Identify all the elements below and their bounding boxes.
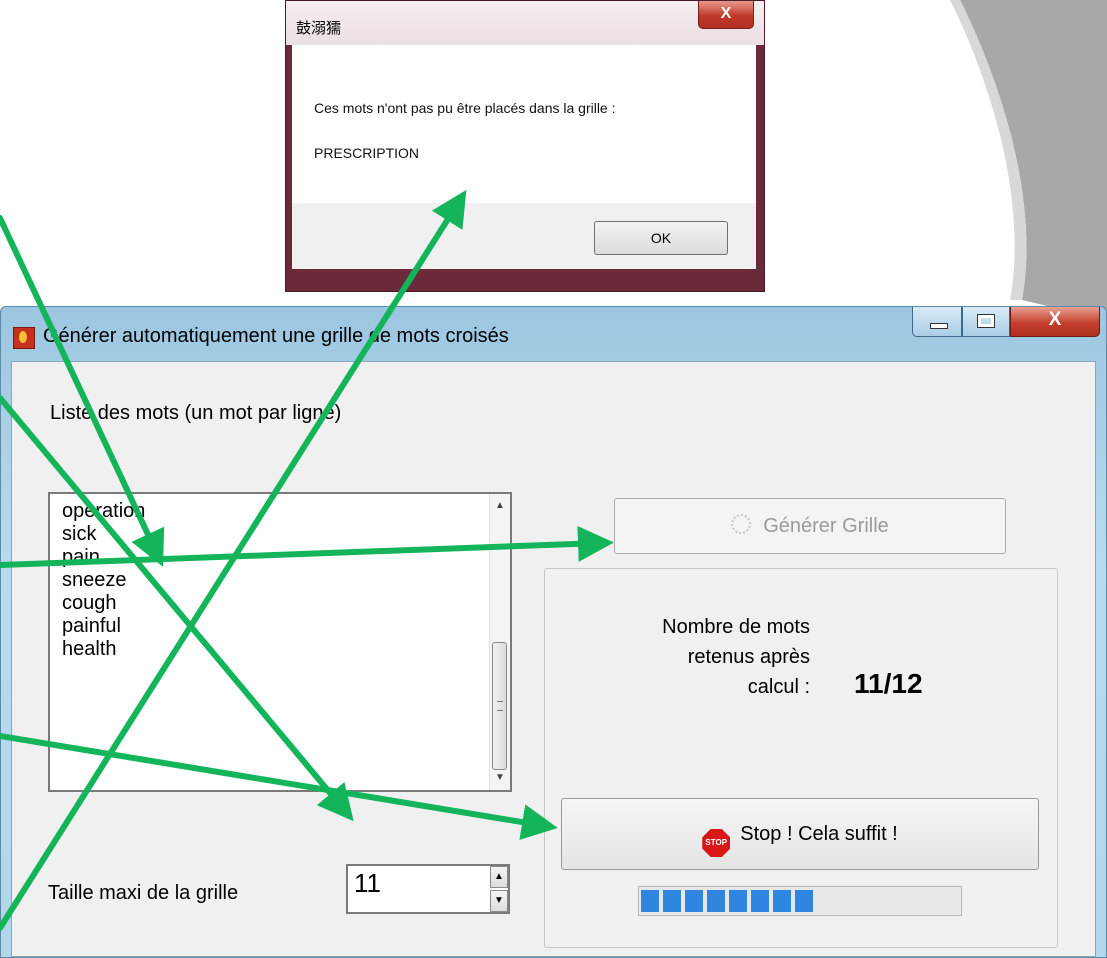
dialog-word-list: PRESCRIPTION [314, 145, 420, 161]
list-item: health [62, 638, 117, 660]
grid-size-value: 11 [354, 868, 381, 898]
stop-button-label: Stop ! Cela suffit ! [740, 823, 898, 845]
list-item: painful [62, 615, 121, 637]
progress-fill [641, 890, 815, 912]
app-icon [13, 327, 35, 349]
window-close-button[interactable]: X [1010, 307, 1100, 337]
scroll-up-arrow-icon[interactable]: ▲ [490, 496, 510, 516]
list-item: sneeze [62, 569, 127, 591]
word-count-value: 11/12 [854, 668, 923, 699]
scroll-thumb[interactable] [492, 642, 507, 770]
word-list-label: Liste des mots (un mot par ligne) [50, 402, 342, 424]
dialog-content: Ces mots n'ont pas pu être placés dans l… [292, 45, 756, 269]
loading-spinner-icon [731, 514, 752, 534]
word-count-label-line: calcul : [747, 676, 810, 698]
grid-size-stepper[interactable]: 11 ▲ ▼ [346, 864, 510, 914]
window-controls: X [912, 307, 1100, 337]
dialog-footer: OK [292, 203, 756, 269]
dialog-close-button[interactable]: X [698, 1, 754, 29]
window-client-area: Liste des mots (un mot par ligne) operat… [11, 361, 1096, 957]
word-count-label: Nombre de mots retenus après calcul : [590, 612, 810, 702]
list-item: pain [62, 546, 100, 568]
grid-size-label: Taille maxi de la grille [48, 882, 239, 904]
list-item: operation [62, 500, 146, 522]
scroll-down-arrow-icon[interactable]: ▼ [490, 768, 510, 788]
stepper-down-icon[interactable]: ▼ [490, 890, 508, 912]
close-icon: X [1048, 309, 1062, 330]
vertical-scrollbar[interactable]: ▲ ▼ [489, 494, 510, 790]
stop-sign-icon: STOP [702, 829, 731, 857]
message-dialog: 鼓溺獳 X Ces mots n'ont pas pu être placés … [285, 0, 765, 292]
maximize-button[interactable] [962, 307, 1010, 337]
ok-button[interactable]: OK [594, 221, 728, 255]
progress-bar [638, 886, 962, 916]
dialog-title: 鼓溺獳 [296, 19, 342, 37]
generate-grid-button[interactable]: Générer Grille [614, 498, 1006, 554]
list-item: cough [62, 592, 117, 614]
word-list-textbox[interactable]: operation sick pain sneeze cough painful… [48, 492, 512, 792]
list-item: sick [62, 523, 97, 545]
word-count-label-line: retenus après [687, 646, 810, 668]
window-title: Générer automatiquement une grille de mo… [43, 325, 509, 347]
dialog-titlebar: 鼓溺獳 [286, 1, 764, 45]
stop-button[interactable]: STOP Stop ! Cela suffit ! [561, 798, 1039, 870]
dialog-message: Ces mots n'ont pas pu être placés dans l… [314, 100, 616, 116]
crossword-generator-window: Générer automatiquement une grille de mo… [0, 306, 1107, 958]
word-list: operation sick pain sneeze cough painful… [62, 500, 145, 661]
grip-icon [497, 701, 503, 711]
minimize-button[interactable] [912, 307, 962, 337]
word-count-label-line: Nombre de mots [662, 616, 810, 638]
generate-grid-label: Générer Grille [763, 515, 889, 537]
stepper-up-icon[interactable]: ▲ [490, 866, 508, 888]
